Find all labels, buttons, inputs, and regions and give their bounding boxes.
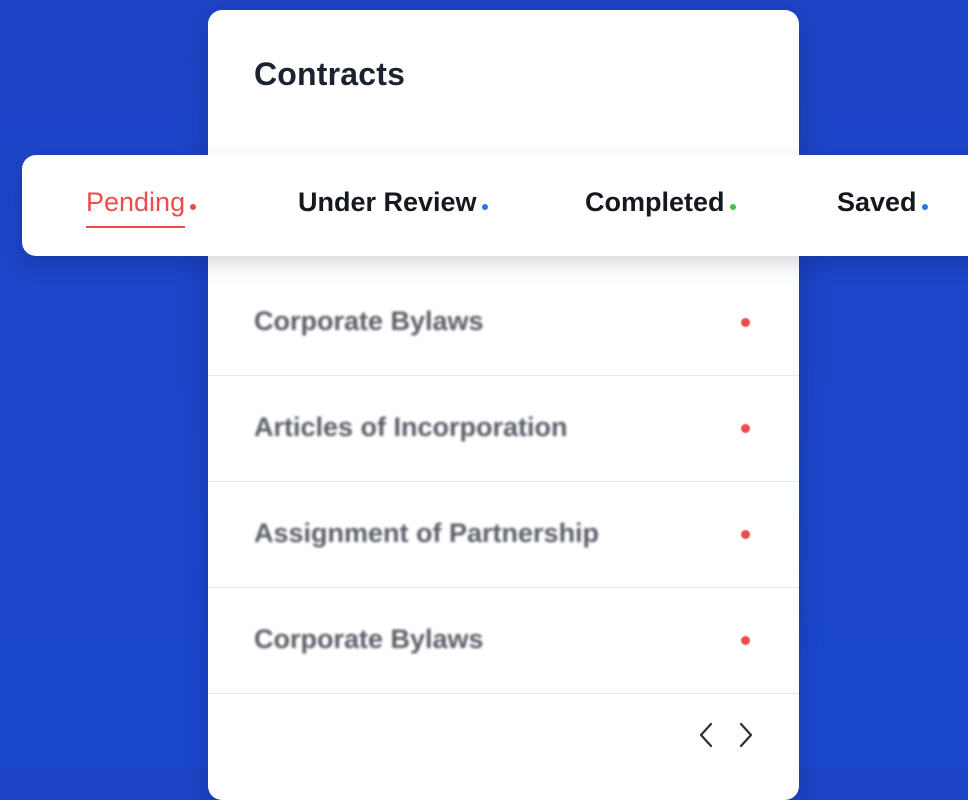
tab-under-review[interactable]: Under Review bbox=[298, 187, 488, 227]
status-dot bbox=[741, 424, 750, 433]
tab-label: Completed bbox=[585, 187, 725, 217]
list-item-label: Corporate Bylaws bbox=[254, 624, 484, 654]
previous-page-button[interactable] bbox=[692, 717, 720, 753]
list-item-label: Corporate Bylaws bbox=[254, 306, 484, 336]
list-item-label: Articles of Incorporation bbox=[254, 412, 568, 442]
list-item[interactable]: Assignment of Partnership bbox=[208, 482, 799, 588]
list-item-label: Assignment of Partnership bbox=[254, 518, 600, 548]
list-item[interactable]: Corporate Bylaws bbox=[208, 588, 799, 694]
contracts-list: Corporate Bylaws Articles of Incorporati… bbox=[208, 270, 799, 694]
pagination bbox=[208, 693, 799, 783]
status-dot bbox=[921, 204, 928, 210]
tab-completed[interactable]: Completed bbox=[585, 187, 736, 227]
status-dot bbox=[729, 204, 736, 210]
status-dot bbox=[190, 204, 197, 210]
tab-saved[interactable]: Saved bbox=[837, 187, 928, 227]
status-dot bbox=[741, 530, 750, 539]
tab-pending[interactable]: Pending bbox=[86, 187, 197, 228]
chevron-right-icon bbox=[739, 722, 753, 748]
tab-label: Saved bbox=[837, 187, 917, 217]
chevron-left-icon bbox=[699, 722, 713, 748]
page-title: Contracts bbox=[254, 56, 406, 92]
tab-label: Pending bbox=[86, 187, 186, 228]
list-item[interactable]: Corporate Bylaws bbox=[208, 270, 799, 376]
status-tabs: Pending Under Review Completed Saved bbox=[22, 155, 968, 256]
status-dot bbox=[741, 636, 750, 645]
tab-label: Under Review bbox=[298, 187, 477, 217]
status-dot bbox=[481, 204, 488, 210]
contracts-card: Contracts Corporate Bylaws Articles of I… bbox=[208, 10, 799, 800]
status-dot bbox=[741, 318, 750, 327]
list-item[interactable]: Articles of Incorporation bbox=[208, 376, 799, 482]
next-page-button[interactable] bbox=[732, 717, 760, 753]
